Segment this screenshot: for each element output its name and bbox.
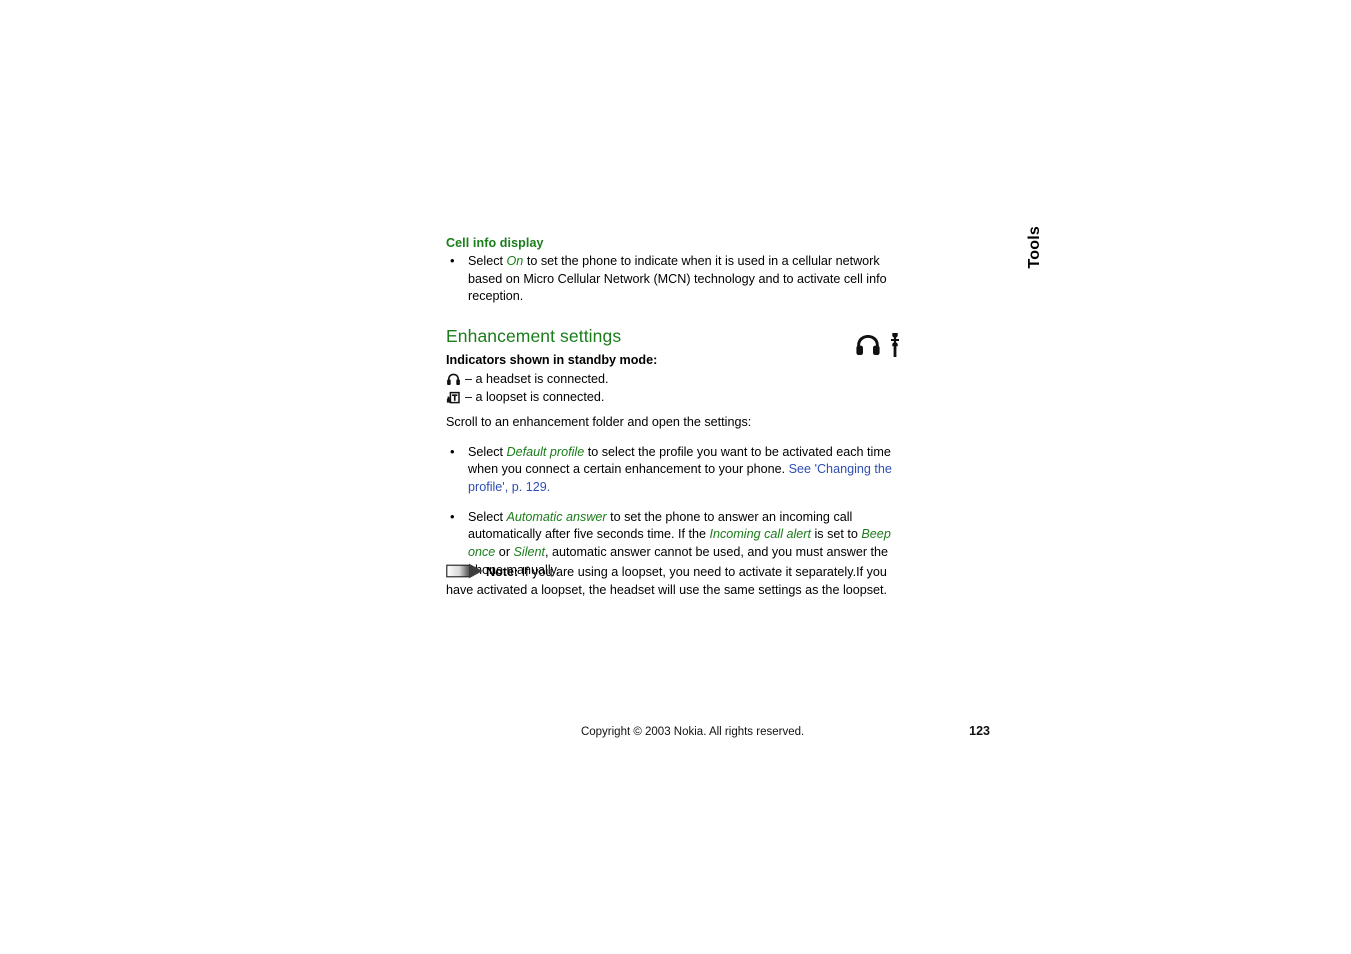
cell-info-display-heading: Cell info display <box>446 236 544 250</box>
list-item: Select Default profile to select the pro… <box>446 443 898 497</box>
bullet-lead-text: Select <box>468 444 507 459</box>
indicator-headset-text: – a headset is connected. <box>465 371 609 386</box>
enhancement-bullet-list: Select Default profile to select the pro… <box>446 443 898 580</box>
arrow-right-note-icon <box>446 563 484 579</box>
scroll-instruction-text: Scroll to an enhancement folder and open… <box>446 415 752 430</box>
document-page: Tools Cell info display Select On to set… <box>0 0 1351 954</box>
loopset-icon <box>446 390 461 405</box>
bullet-middle-text-2: is set to <box>811 527 862 542</box>
enhancement-settings-heading: Enhancement settings <box>446 326 622 347</box>
chapter-side-tab-label: Tools <box>1026 226 1043 269</box>
bullet-emphasis-silent: Silent <box>513 545 546 560</box>
bullet-middle-text-3: or <box>495 545 514 560</box>
indicators-intro-text: Indicators shown in standby mode: <box>446 353 658 368</box>
bullet-lead-text: Select <box>468 509 507 524</box>
bullet-emphasis-incoming-call-alert: Incoming call alert <box>709 527 812 542</box>
footer-page-number: 123 <box>969 724 990 738</box>
main-text-column: Cell info display Select On to set the p… <box>446 236 898 594</box>
indicator-loopset-text: – a loopset is connected. <box>465 389 605 404</box>
headset-icon <box>446 372 461 387</box>
page-footer: Copyright © 2003 Nokia. All rights reser… <box>446 724 990 738</box>
bullet-emphasis-default-profile: Default profile <box>506 444 585 459</box>
cell-info-bullet-list: Select On to set the phone to indicate w… <box>446 252 898 306</box>
indicator-row-headset: – a headset is connected. <box>446 370 898 388</box>
indicator-row-loopset: – a loopset is connected. <box>446 388 898 406</box>
bullet-emphasis-automatic-answer: Automatic answer <box>506 509 607 524</box>
bullet-emphasis-on: On <box>506 254 524 268</box>
note-label: Note: <box>486 565 519 579</box>
chapter-side-tab: Tools <box>1014 222 1074 292</box>
list-item: Select On to set the phone to indicate w… <box>446 252 898 306</box>
footer-copyright: Copyright © 2003 Nokia. All rights reser… <box>580 726 805 738</box>
note-callout: Note: If you are using a loopset, you ne… <box>446 563 898 599</box>
bullet-rest-text: to set the phone to indicate when it is … <box>468 254 887 304</box>
bullet-lead-text: Select <box>468 254 507 268</box>
